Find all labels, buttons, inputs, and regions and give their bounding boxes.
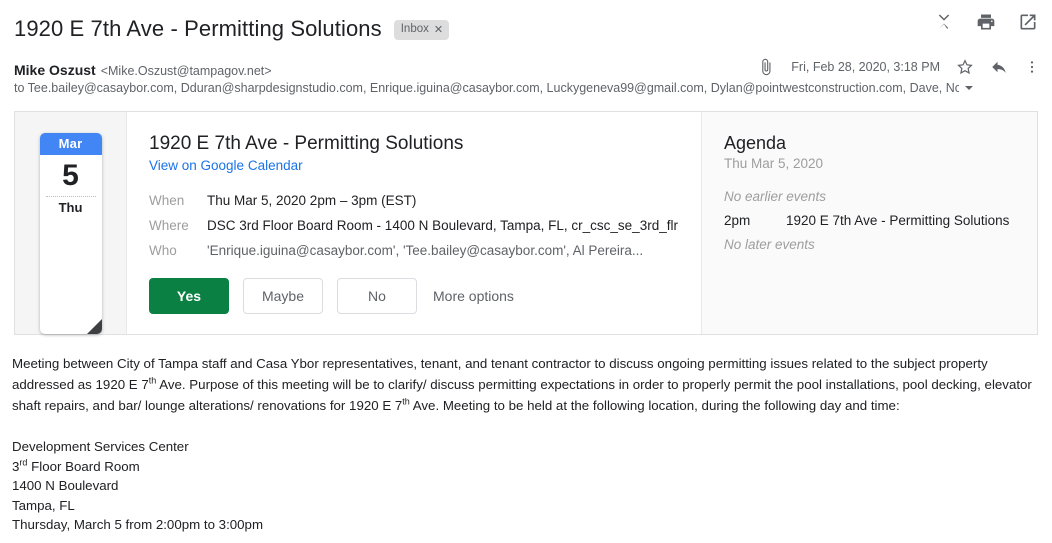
address-block: Development Services Center 3rd Floor Bo… [12,437,1042,535]
agenda-panel: Agenda Thu Mar 5, 2020 No earlier events… [701,112,1037,334]
detail-label-who: Who [149,243,177,258]
recipients-row: to Tee.bailey@casaybor.com, Dduran@sharp… [0,78,1010,95]
calendar-month: Mar [39,133,102,155]
invite-details-column: 1920 E 7th Ave - Permitting Solutions Vi… [127,112,701,334]
subject-header: 1920 E 7th Ave - Permitting Solutions In… [0,0,1052,48]
calendar-invite-card: Mar 5 Thu 1920 E 7th Ave - Permitting So… [14,111,1038,335]
calendar-day: 5 [62,159,79,192]
open-in-new-window-icon[interactable] [1018,12,1038,32]
close-icon[interactable]: ✕ [434,24,443,36]
email-thread-view: 1920 E 7th Ave - Permitting Solutions In… [0,0,1052,543]
event-title: 1920 E 7th Ave - Permitting Solutions [149,133,464,154]
address-line-3: 1400 N Boulevard [12,478,119,493]
agenda-no-later-events: No later events [724,237,815,252]
paperclip-icon [762,58,771,76]
print-icon[interactable] [976,12,996,32]
label-chip-text: Inbox [400,23,429,36]
table-row: Who 'Enrique.iguina@casaybor.com', 'Tee.… [149,243,678,268]
address-line-2: 3rd Floor Board Room [12,457,1042,477]
rsvp-yes-button[interactable]: Yes [149,278,229,314]
rsvp-no-button[interactable]: No [337,278,417,314]
invite-date-column: Mar 5 Thu [15,112,127,334]
view-on-google-calendar-link[interactable]: View on Google Calendar [149,158,303,173]
more-options-icon[interactable] [1024,58,1040,76]
address-line-1: Development Services Center [12,439,189,454]
sender-row: Mike Oszust <Mike.Oszust@tampagov.net> F… [0,48,1052,78]
sender-email: <Mike.Oszust@tampagov.net> [100,64,272,78]
address-line-5: Thursday, March 5 from 2:00pm to 3:00pm [12,517,264,532]
calendar-fold-corner [86,319,102,334]
more-options-button[interactable]: More options [431,279,516,313]
address-line-4: Tampa, FL [12,497,75,513]
label-chip-inbox[interactable]: Inbox ✕ [393,20,450,40]
event-details-table: When Thu Mar 5, 2020 2pm – 3pm (EST) Whe… [149,193,678,268]
agenda-title: Agenda [724,133,787,153]
detail-value-when: Thu Mar 5, 2020 2pm – 3pm (EST) [207,193,417,208]
table-row: When Thu Mar 5, 2020 2pm – 3pm (EST) [149,193,678,218]
floor-text: Floor Board Room [27,458,140,474]
message-body: Meeting between City of Tampa staff and … [12,353,1042,535]
agenda-event-name: 1920 E 7th Ave - Permitting Solutions [786,213,1010,228]
rsvp-maybe-button[interactable]: Maybe [243,278,323,314]
body-paragraph-1: Meeting between City of Tampa staff and … [12,353,1042,416]
star-icon[interactable] [956,58,974,76]
table-row: Where DSC 3rd Floor Board Room - 1400 N … [149,218,678,243]
agenda-date: Thu Mar 5, 2020 [724,156,824,171]
detail-label-when: When [149,193,185,208]
calendar-weekday: Thu [58,200,83,215]
rsvp-button-group: Yes Maybe No More options [149,278,701,314]
ordinal-suffix-th: th [402,396,410,407]
page-title: 1920 E 7th Ave - Permitting Solutions [14,16,382,41]
message-date: Fri, Feb 28, 2020, 3:18 PM [791,60,940,74]
agenda-event-time: 2pm [724,213,751,228]
detail-value-where: DSC 3rd Floor Board Room - 1400 N Boulev… [207,218,678,233]
reply-icon[interactable] [990,58,1008,76]
chevron-down-icon[interactable] [965,86,973,90]
list-item: 2pm 1920 E 7th Ave - Permitting Solution… [724,213,1037,228]
calendar-icon: Mar 5 Thu [39,133,102,334]
recipients-list: to Tee.bailey@casaybor.com, Dduran@sharp… [14,81,959,95]
detail-label-where: Where [149,218,189,233]
sender-name: Mike Oszust [14,62,96,78]
header-actions [934,12,1038,32]
agenda-no-earlier-events: No earlier events [724,189,827,204]
body-text-part-3: Ave. Meeting to be held at the following… [409,398,900,413]
detail-value-who: 'Enrique.iguina@casaybor.com', 'Tee.bail… [207,243,644,258]
collapse-all-icon[interactable] [934,12,954,32]
message-meta-actions: Fri, Feb 28, 2020, 3:18 PM [757,58,1040,76]
agenda-spacer [724,171,1037,189]
